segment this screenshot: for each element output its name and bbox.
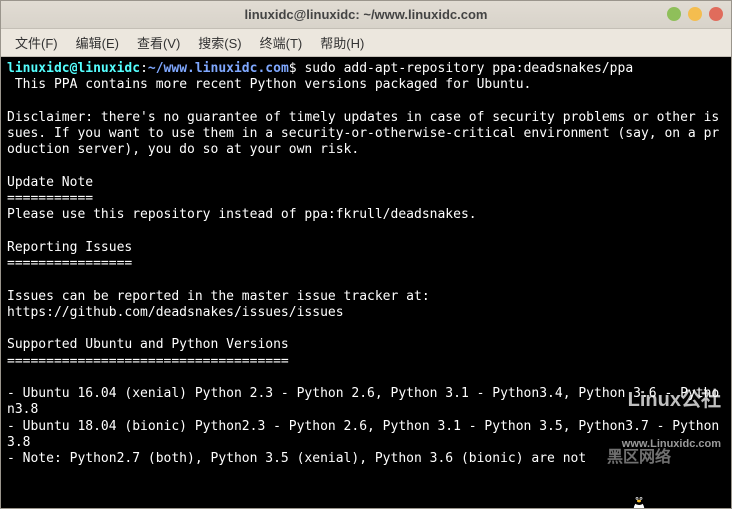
close-button[interactable] — [709, 7, 723, 21]
window-title: linuxidc@linuxidc: ~/www.linuxidc.com — [245, 7, 488, 22]
terminal-output: This PPA contains more recent Python ver… — [7, 77, 719, 466]
menu-terminal[interactable]: 终端(T) — [252, 30, 311, 55]
maximize-button[interactable] — [688, 7, 702, 21]
window-controls — [667, 7, 723, 21]
minimize-button[interactable] — [667, 7, 681, 21]
prompt-user: linuxidc@linuxidc — [7, 61, 140, 76]
watermark-sub: www.Linuxidc.com — [594, 438, 721, 452]
terminal-content[interactable]: linuxidc@linuxidc:~/www.linuxidc.com$ su… — [1, 57, 731, 508]
menubar: 文件(F) 编辑(E) 查看(V) 搜索(S) 终端(T) 帮助(H) — [1, 29, 731, 57]
menu-view[interactable]: 查看(V) — [129, 30, 188, 55]
menu-file[interactable]: 文件(F) — [7, 30, 66, 55]
titlebar[interactable]: linuxidc@linuxidc: ~/www.linuxidc.com — [1, 1, 731, 29]
menu-edit[interactable]: 编辑(E) — [68, 30, 127, 55]
prompt-colon: : — [140, 61, 148, 76]
tux-icon — [625, 458, 653, 490]
menu-help[interactable]: 帮助(H) — [312, 30, 372, 55]
terminal-window: linuxidc@linuxidc: ~/www.linuxidc.com 文件… — [0, 0, 732, 509]
prompt-path: ~/www.linuxidc.com — [148, 61, 289, 76]
menu-search[interactable]: 搜索(S) — [190, 30, 249, 55]
watermark-overlay: 黑区网络 — [607, 448, 671, 468]
command-text: sudo add-apt-repository ppa:deadsnakes/p… — [304, 61, 633, 76]
prompt-symbol: $ — [289, 61, 305, 76]
